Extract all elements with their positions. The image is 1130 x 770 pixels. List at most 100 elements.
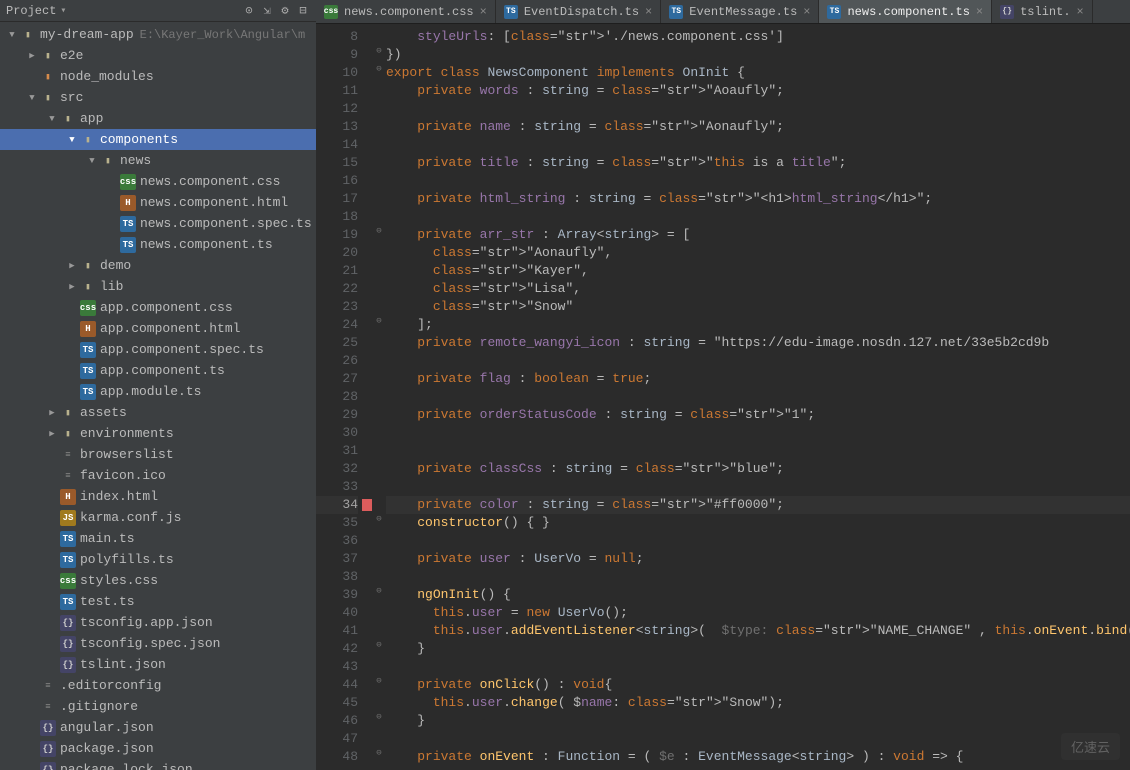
line-number[interactable]: 40 — [316, 604, 358, 622]
expand-arrow[interactable]: ▼ — [64, 135, 80, 145]
tree-item-app-module-ts[interactable]: TSapp.module.ts — [0, 381, 316, 402]
code-line[interactable]: } — [386, 712, 1130, 730]
code-line[interactable]: private onClick() : void{ — [386, 676, 1130, 694]
fold-marker[interactable] — [372, 694, 386, 712]
locate-icon[interactable]: ⊙ — [240, 2, 258, 20]
line-number[interactable]: 9 — [316, 46, 358, 64]
fold-marker[interactable]: ⊖ — [372, 676, 386, 694]
code-line[interactable]: private classCss : string = class="str">… — [386, 460, 1130, 478]
fold-marker[interactable] — [372, 478, 386, 496]
line-number[interactable]: 42 — [316, 640, 358, 658]
line-number[interactable]: 15 — [316, 154, 358, 172]
code-line[interactable]: private orderStatusCode : string = class… — [386, 406, 1130, 424]
line-number[interactable]: 37 — [316, 550, 358, 568]
line-number[interactable]: 48 — [316, 748, 358, 766]
tree-item-assets[interactable]: ▶▮assets — [0, 402, 316, 423]
line-number[interactable]: 43 — [316, 658, 358, 676]
code-line[interactable]: constructor() { } — [386, 514, 1130, 532]
fold-marker[interactable] — [372, 298, 386, 316]
tree-item-lib[interactable]: ▶▮lib — [0, 276, 316, 297]
fold-marker[interactable]: ⊖ — [372, 46, 386, 64]
line-number[interactable]: 21 — [316, 262, 358, 280]
line-gutter[interactable]: 8910111213141516171819202122232425262728… — [316, 24, 372, 770]
tree-item-news-component-css[interactable]: cssnews.component.css — [0, 171, 316, 192]
line-number[interactable]: 47 — [316, 730, 358, 748]
code-line[interactable] — [386, 424, 1130, 442]
line-number[interactable]: 25 — [316, 334, 358, 352]
line-number[interactable]: 38 — [316, 568, 358, 586]
fold-marker[interactable]: ⊖ — [372, 316, 386, 334]
fold-marker[interactable] — [372, 100, 386, 118]
line-number[interactable]: 12 — [316, 100, 358, 118]
line-number[interactable]: 23 — [316, 298, 358, 316]
fold-marker[interactable] — [372, 442, 386, 460]
expand-arrow[interactable]: ▼ — [4, 30, 20, 40]
code-line[interactable]: private name : string = class="str">"Aon… — [386, 118, 1130, 136]
collapse-icon[interactable]: ⇲ — [258, 2, 276, 20]
tree-item-angular-json[interactable]: {}angular.json — [0, 717, 316, 738]
line-number[interactable]: 20 — [316, 244, 358, 262]
fold-marker[interactable]: ⊖ — [372, 748, 386, 766]
line-number[interactable]: 31 — [316, 442, 358, 460]
line-number[interactable]: 30 — [316, 424, 358, 442]
close-icon[interactable]: × — [976, 5, 983, 19]
fold-marker[interactable] — [372, 730, 386, 748]
tree-item-tslint-json[interactable]: {}tslint.json — [0, 654, 316, 675]
hide-icon[interactable]: ⊟ — [294, 2, 312, 20]
fold-marker[interactable] — [372, 496, 386, 514]
code-line[interactable]: private user : UserVo = null; — [386, 550, 1130, 568]
code-line[interactable]: private arr_str : Array<string> = [ — [386, 226, 1130, 244]
line-number[interactable]: 11 — [316, 82, 358, 100]
tree-item-package-json[interactable]: {}package.json — [0, 738, 316, 759]
fold-marker[interactable] — [372, 604, 386, 622]
line-number[interactable]: 46 — [316, 712, 358, 730]
line-number[interactable]: 41 — [316, 622, 358, 640]
line-number[interactable]: 35 — [316, 514, 358, 532]
tab-news-component-css[interactable]: cssnews.component.css× — [316, 0, 496, 23]
breakpoint-icon[interactable] — [362, 499, 372, 511]
code-line[interactable]: private color : string = class="str">"#f… — [386, 496, 1130, 514]
tree-item-app-component-spec-ts[interactable]: TSapp.component.spec.ts — [0, 339, 316, 360]
line-number[interactable]: 36 — [316, 532, 358, 550]
code-line[interactable]: export class NewsComponent implements On… — [386, 64, 1130, 82]
code-line[interactable]: ]; — [386, 316, 1130, 334]
code-line[interactable] — [386, 208, 1130, 226]
tree-item-news-component-html[interactable]: Hnews.component.html — [0, 192, 316, 213]
fold-marker[interactable] — [372, 28, 386, 46]
tree-item-app-component-css[interactable]: cssapp.component.css — [0, 297, 316, 318]
fold-marker[interactable] — [372, 190, 386, 208]
fold-marker[interactable] — [372, 370, 386, 388]
dropdown-icon[interactable]: ▾ — [60, 5, 66, 17]
fold-marker[interactable] — [372, 136, 386, 154]
tree-item-browserslist[interactable]: ≡browserslist — [0, 444, 316, 465]
line-number[interactable]: 44 — [316, 676, 358, 694]
fold-marker[interactable]: ⊖ — [372, 514, 386, 532]
tree-item-environments[interactable]: ▶▮environments — [0, 423, 316, 444]
code-line[interactable]: private remote_wangyi_icon : string = "h… — [386, 334, 1130, 352]
code-line[interactable]: private title : string = class="str">"th… — [386, 154, 1130, 172]
fold-marker[interactable] — [372, 280, 386, 298]
expand-arrow[interactable]: ▼ — [84, 156, 100, 166]
editor-tabs[interactable]: cssnews.component.css×TSEventDispatch.ts… — [316, 0, 1130, 24]
tree-item-news[interactable]: ▼▮news — [0, 150, 316, 171]
tree-item-styles-css[interactable]: cssstyles.css — [0, 570, 316, 591]
code-line[interactable]: ngOnInit() { — [386, 586, 1130, 604]
code-editor[interactable]: styleUrls: [class="str">'./news.componen… — [386, 24, 1130, 770]
fold-marker[interactable]: ⊖ — [372, 64, 386, 82]
code-line[interactable]: class="str">"Aonaufly", — [386, 244, 1130, 262]
line-number[interactable]: 32 — [316, 460, 358, 478]
fold-marker[interactable]: ⊖ — [372, 586, 386, 604]
line-number[interactable]: 8 — [316, 28, 358, 46]
code-line[interactable] — [386, 136, 1130, 154]
code-line[interactable]: private flag : boolean = true; — [386, 370, 1130, 388]
tree-item-app-component-html[interactable]: Happ.component.html — [0, 318, 316, 339]
tree-item-main-ts[interactable]: TSmain.ts — [0, 528, 316, 549]
fold-marker[interactable] — [372, 658, 386, 676]
code-line[interactable] — [386, 568, 1130, 586]
line-number[interactable]: 24 — [316, 316, 358, 334]
code-line[interactable]: this.user.addEventListener<string>( $typ… — [386, 622, 1130, 640]
code-line[interactable] — [386, 730, 1130, 748]
fold-marker[interactable]: ⊖ — [372, 226, 386, 244]
fold-marker[interactable] — [372, 118, 386, 136]
tree-item--gitignore[interactable]: ≡.gitignore — [0, 696, 316, 717]
